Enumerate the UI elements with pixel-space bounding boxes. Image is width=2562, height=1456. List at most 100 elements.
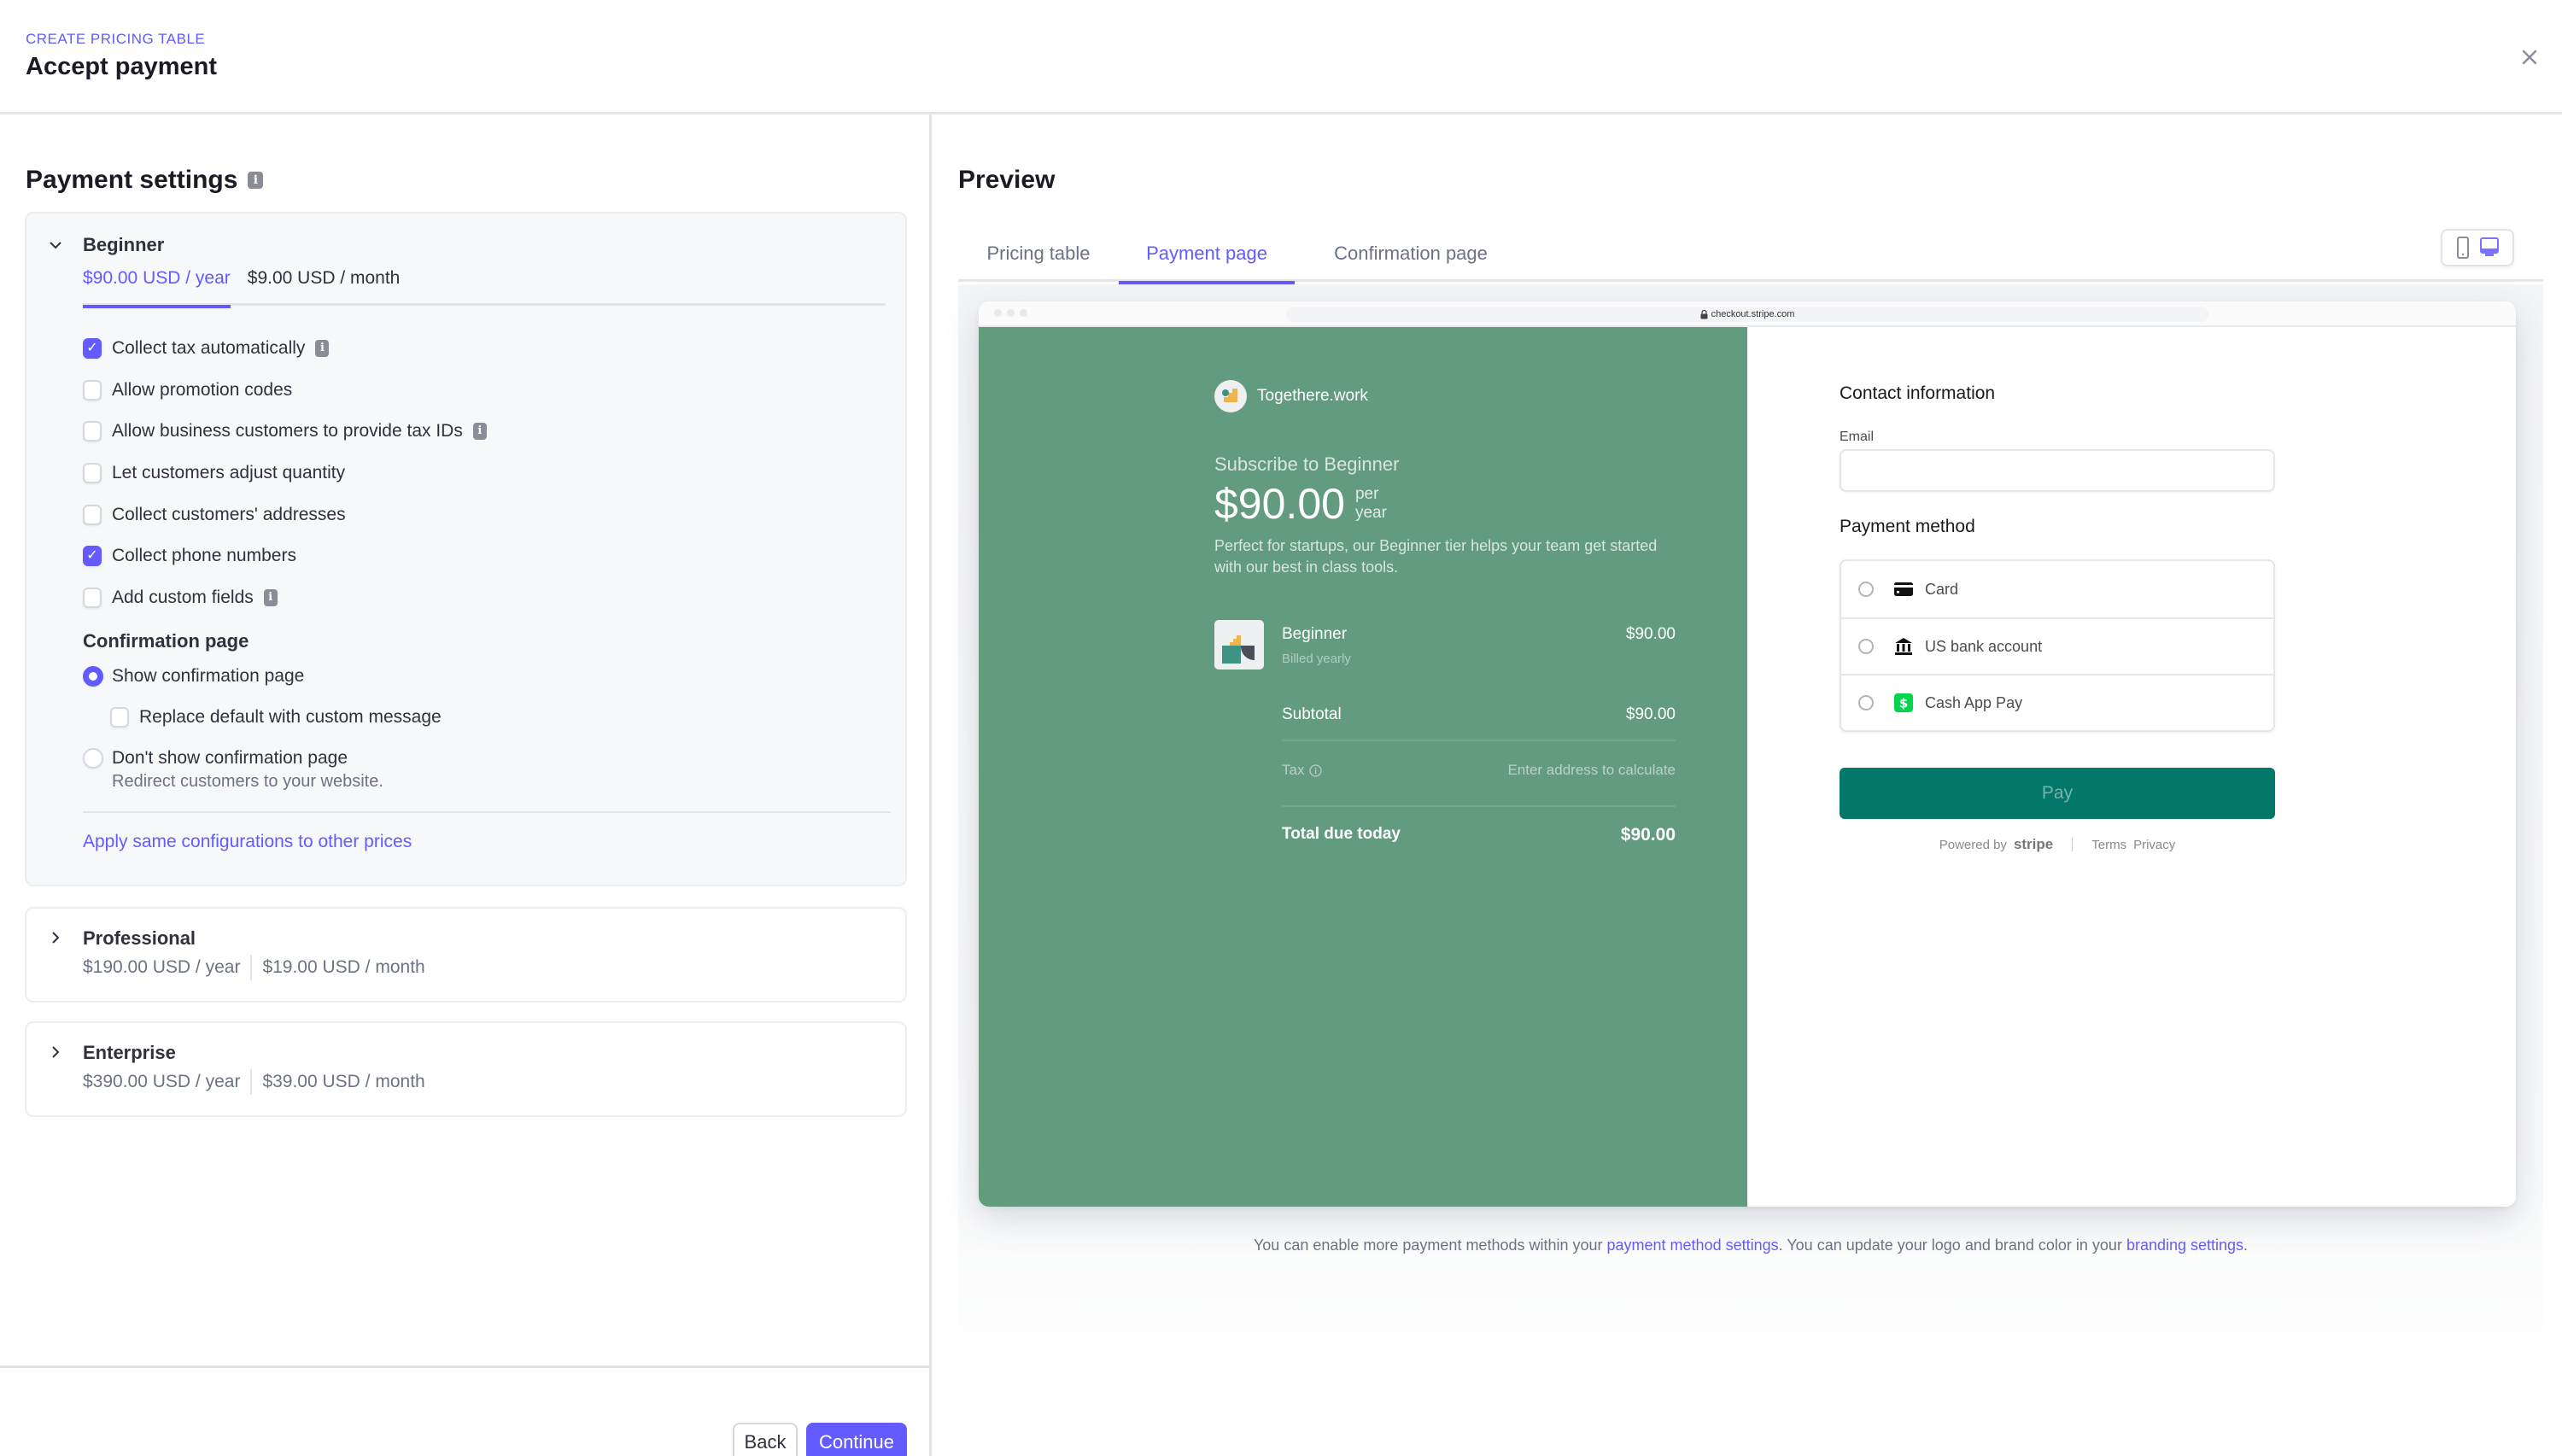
total-label: Total due today <box>1282 825 1401 843</box>
pay-button[interactable]: Pay <box>1840 768 2275 819</box>
subtotal-row: Subtotal $90.00 <box>1282 705 1676 724</box>
privacy-link[interactable]: Privacy <box>2133 838 2175 852</box>
checkbox[interactable] <box>83 504 102 525</box>
line-item-billing: Billed yearly <box>1282 652 1351 666</box>
tab-payment-page[interactable]: Payment page <box>1119 225 1295 284</box>
desktop-view-button[interactable] <box>2479 237 2499 258</box>
plan-description: Perfect for startups, our Beginner tier … <box>1214 537 1658 576</box>
info-icon[interactable]: i <box>248 172 264 189</box>
payment-method-cash-app[interactable]: $ Cash App Pay <box>1841 674 2273 730</box>
plan-card-enterprise[interactable]: Enterprise $390.00 USD / year $39.00 USD… <box>25 1021 907 1117</box>
info-icon[interactable]: i <box>263 588 278 606</box>
payment-method-us-bank[interactable]: US bank account <box>1841 617 2273 674</box>
option-tax-ids[interactable]: Allow business customers to provide tax … <box>83 411 487 453</box>
plan-card-professional[interactable]: Professional $190.00 USD / year $19.00 U… <box>25 907 907 1003</box>
preview-note: You can enable more payment methods with… <box>958 1237 2543 1254</box>
checkbox[interactable] <box>110 707 129 728</box>
contact-info-heading: Contact information <box>1840 383 1996 403</box>
option-label: Let customers adjust quantity <box>112 463 346 483</box>
divider <box>83 811 891 813</box>
option-collect-tax[interactable]: Collect tax automatically i <box>83 328 487 370</box>
payment-method-label: Cash App Pay <box>1925 693 2023 711</box>
info-icon[interactable]: i <box>472 423 487 441</box>
credit-card-icon <box>1894 580 1913 599</box>
continue-button[interactable]: Continue <box>806 1423 907 1456</box>
price-interval: per year <box>1354 485 1387 522</box>
option-addresses[interactable]: Collect customers' addresses <box>83 494 487 535</box>
payment-method-label: US bank account <box>1925 637 2043 655</box>
radio-show-confirmation[interactable]: Show confirmation page <box>83 666 304 687</box>
checkbox[interactable] <box>83 546 102 567</box>
price-monthly: $39.00 USD / month <box>262 1072 425 1091</box>
radio-button[interactable] <box>1858 639 1874 654</box>
option-adjust-quantity[interactable]: Let customers adjust quantity <box>83 453 487 494</box>
checkbox[interactable] <box>83 587 102 608</box>
checkbox[interactable] <box>83 421 102 442</box>
chevron-right-icon[interactable] <box>47 1044 64 1061</box>
divider <box>250 955 253 980</box>
line-item: Beginner Billed yearly $90.00 <box>1214 620 1676 671</box>
divider <box>250 1069 253 1095</box>
radio-button[interactable] <box>83 748 103 769</box>
tax-value: Enter address to calculate <box>1507 762 1676 778</box>
tab-confirmation-page[interactable]: Confirmation page <box>1295 225 1527 282</box>
close-button[interactable] <box>2519 47 2540 67</box>
preview-panel: Preview Pricing table Payment page Confi… <box>934 114 2562 1456</box>
device-toggle <box>2441 229 2514 266</box>
browser-toolbar: checkout.stripe.com <box>979 301 2516 327</box>
option-custom-fields[interactable]: Add custom fields i <box>83 577 487 619</box>
cash-app-icon: $ <box>1894 693 1913 712</box>
email-input[interactable] <box>1840 449 2275 492</box>
bank-icon <box>1894 637 1913 656</box>
radio-label: Show confirmation page <box>112 666 305 686</box>
line-item-amount: $90.00 <box>1625 625 1676 643</box>
email-label: Email <box>1840 430 1875 444</box>
chevron-right-icon[interactable] <box>47 929 64 946</box>
checkbox[interactable] <box>83 463 102 484</box>
radio-label: Don't show confirmation page <box>112 748 348 768</box>
options-list: Collect tax automatically i Allow promot… <box>83 328 487 618</box>
radio-button[interactable] <box>83 666 103 687</box>
terms-link[interactable]: Terms <box>2091 838 2126 852</box>
apply-to-other-prices-link[interactable]: Apply same configurations to other price… <box>83 832 412 852</box>
browser-mockup: checkout.stripe.com Togethere.work Subsc… <box>979 301 2516 1207</box>
radio-button[interactable] <box>1858 582 1874 597</box>
preview-heading: Preview <box>958 166 1056 194</box>
subscribe-heading: Subscribe to Beginner <box>1214 453 1400 475</box>
note-text: . <box>2243 1237 2249 1254</box>
option-phone-numbers[interactable]: Collect phone numbers <box>83 535 487 577</box>
radio-hide-confirmation[interactable]: Don't show confirmation page <box>83 748 348 769</box>
option-replace-custom-message[interactable]: Replace default with custom message <box>110 707 442 728</box>
branding-settings-link[interactable]: branding settings <box>2126 1237 2243 1254</box>
option-label: Collect customers' addresses <box>112 504 346 524</box>
radio-button[interactable] <box>1858 695 1874 710</box>
payment-method-list: Card US bank account $ Cash App Pay <box>1840 559 2275 732</box>
tab-pricing-table[interactable]: Pricing table <box>958 225 1119 282</box>
option-label: Allow promotion codes <box>112 379 293 400</box>
checkout-form: Contact information Email Payment method… <box>1747 327 2516 1207</box>
checkbox[interactable] <box>83 379 102 401</box>
window-dots <box>994 309 1027 317</box>
plan-prices: $390.00 USD / year $39.00 USD / month <box>83 1069 425 1095</box>
info-circle-icon[interactable] <box>1309 763 1323 777</box>
checkbox[interactable] <box>83 338 102 360</box>
back-button[interactable]: Back <box>733 1423 798 1456</box>
settings-panel: Payment settings i Beginner $90.00 USD /… <box>0 114 932 1456</box>
plan-prices: $190.00 USD / year $19.00 USD / month <box>83 955 425 980</box>
option-promotion-codes[interactable]: Allow promotion codes <box>83 370 487 412</box>
payment-method-card[interactable]: Card <box>1841 561 2273 617</box>
product-image <box>1214 620 1264 670</box>
powered-by-footer: Powered by stripe Terms Privacy <box>1840 836 2275 853</box>
chevron-down-icon[interactable] <box>47 237 64 254</box>
price-tab-monthly[interactable]: $9.00 USD / month <box>248 263 401 306</box>
close-icon <box>2522 50 2537 65</box>
note-text: . You can update your logo and brand col… <box>1778 1237 2126 1254</box>
plan-name[interactable]: Beginner <box>83 234 164 256</box>
price-tab-yearly[interactable]: $90.00 USD / year <box>83 263 231 308</box>
option-label: Add custom fields <box>112 587 254 607</box>
info-icon[interactable]: i <box>315 340 330 358</box>
price-yearly: $390.00 USD / year <box>83 1072 241 1091</box>
payment-method-settings-link[interactable]: payment method settings <box>1607 1237 1779 1254</box>
option-label: Replace default with custom message <box>139 707 442 727</box>
mobile-view-button[interactable] <box>2456 237 2469 259</box>
